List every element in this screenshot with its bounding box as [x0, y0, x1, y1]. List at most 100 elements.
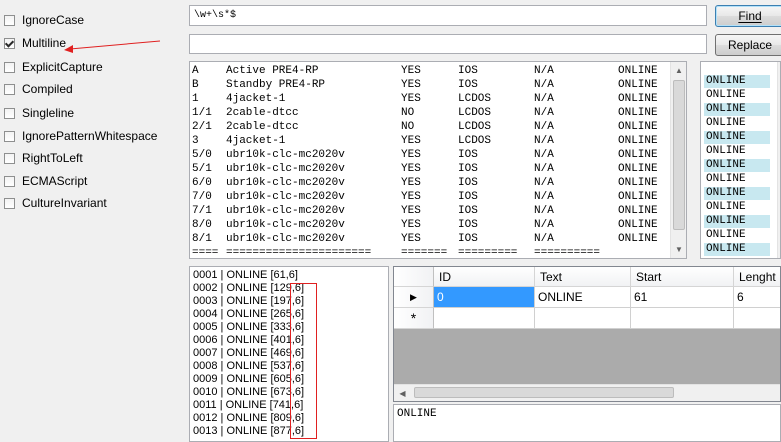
match-list-item[interactable]: 0005 | ONLINE [333,6] [193, 321, 304, 334]
checkbox[interactable] [4, 107, 15, 119]
scroll-left-icon[interactable]: ◀ [394, 385, 411, 401]
match-list-item[interactable]: 0003 | ONLINE [197,6] [193, 295, 304, 308]
option-ignorecase[interactable]: IgnoreCase [4, 11, 84, 29]
replace-button[interactable]: Replace [715, 34, 781, 56]
scroll-thumb[interactable] [414, 387, 674, 398]
option-righttoleft[interactable]: RightToLeft [4, 149, 83, 167]
match-list[interactable]: 0001 | ONLINE [61,6] 0002 | ONLINE [129,6… [189, 266, 389, 442]
match-list-item[interactable]: 0001 | ONLINE [61,6] [193, 269, 298, 282]
match-list-item[interactable]: 0013 | ONLINE [877,6] [193, 425, 304, 438]
match-list-item[interactable]: 0010 | ONLINE [673,6] [193, 386, 304, 399]
grid-column-header[interactable]: ID [434, 267, 535, 287]
grid-horizontal-scrollbar[interactable]: ◀ [394, 384, 780, 401]
input-text-cell: ONLINE [618, 177, 658, 189]
option-explicitcapture[interactable]: ExplicitCapture [4, 58, 103, 76]
input-text-line: 8/1 ubr10k-clc-mc2020v YES IOS N/A ONLINE [190, 232, 668, 246]
groups-grid[interactable]: ◀ ID Text Start Lenght ▶ 0 ONLINE 61 6 * [393, 266, 781, 402]
grid-new-row-cell[interactable] [535, 308, 631, 329]
scroll-up-icon[interactable]: ▲ [671, 62, 686, 79]
input-text-cell: ubr10k-clc-mc2020v [226, 191, 345, 203]
grid-cell[interactable]: 6 [734, 287, 780, 308]
match-list-item[interactable]: 0008 | ONLINE [537,6] [193, 360, 304, 373]
grid-corner-header[interactable] [394, 267, 434, 287]
option-ecmascript[interactable]: ECMAScript [4, 172, 87, 190]
grid-cell[interactable]: 0 [434, 287, 535, 308]
input-text-cell: ======= [401, 247, 448, 259]
grid-column-header[interactable]: Start [631, 267, 734, 287]
match-list-item[interactable]: 0007 | ONLINE [469,6] [193, 347, 304, 360]
grid-new-row-cell[interactable] [631, 308, 734, 329]
input-text-scrollbar[interactable]: ▲ ▼ [670, 62, 686, 258]
checkbox[interactable] [4, 14, 15, 26]
highlighted-match: ONLINE [704, 103, 770, 116]
input-text-cell: LCDOS [458, 107, 492, 119]
input-text-cell: A [192, 65, 199, 77]
checkbox[interactable] [4, 197, 15, 209]
checkbox[interactable] [4, 61, 15, 73]
match-list-item[interactable]: 0004 | ONLINE [265,6] [193, 308, 304, 321]
match-list-item[interactable]: 0009 | ONLINE [605,6] [193, 373, 304, 386]
annotation-arrow [64, 40, 161, 53]
grid-cell[interactable]: 61 [631, 287, 734, 308]
input-text-cell: 6/0 [192, 177, 212, 189]
highlighted-match: ONLINE [706, 89, 746, 101]
input-text-line: 5/1 ubr10k-clc-mc2020v YES IOS N/A ONLINE [190, 162, 668, 176]
input-text-cell: 4jacket-1 [226, 93, 286, 105]
find-button[interactable]: Find [715, 5, 781, 27]
grid-cell[interactable]: ONLINE [535, 287, 631, 308]
option-label: IgnorePatternWhitespace [22, 129, 158, 143]
input-text-cell: IOS [458, 163, 478, 175]
input-text-cell: ONLINE [618, 65, 658, 77]
input-text-line: 8/0 ubr10k-clc-mc2020v YES IOS N/A ONLINE [190, 218, 668, 232]
match-highlight-scrollbar[interactable]: ▲ [777, 62, 780, 258]
scroll-thumb[interactable] [673, 80, 685, 230]
input-text-cell: ONLINE [618, 205, 658, 217]
checkbox[interactable] [4, 175, 15, 187]
input-text-line: 5/0 ubr10k-clc-mc2020v YES IOS N/A ONLINE [190, 148, 668, 162]
input-text-cell: N/A [534, 121, 554, 133]
option-singleline[interactable]: Singleline [4, 104, 74, 122]
checkbox[interactable] [4, 152, 15, 164]
option-ignorepatternwhitespace[interactable]: IgnorePatternWhitespace [4, 127, 157, 145]
grid-row-header-new[interactable]: * [394, 308, 434, 329]
input-text-cell: IOS [458, 191, 478, 203]
input-text-line: 6/0 ubr10k-clc-mc2020v YES IOS N/A ONLINE [190, 176, 668, 190]
grid-new-row-cell[interactable] [734, 308, 780, 329]
match-list-item[interactable]: 0002 | ONLINE [129,6] [193, 282, 304, 295]
scroll-down-icon[interactable]: ▼ [671, 241, 686, 258]
match-list-item[interactable]: 0006 | ONLINE [401,6] [193, 334, 304, 347]
option-cultureinvariant[interactable]: CultureInvariant [4, 194, 107, 212]
input-text-line: B Standby PRE4-RP YES IOS N/A ONLINE [190, 78, 668, 92]
grid-new-row-cell[interactable] [434, 308, 535, 329]
input-text-cell: ONLINE [618, 149, 658, 161]
input-text-cell: ONLINE [618, 93, 658, 105]
input-text-cell: ONLINE [618, 233, 658, 245]
replacement-input[interactable] [189, 34, 707, 54]
input-text-cell: YES [401, 205, 421, 217]
option-label: RightToLeft [22, 151, 83, 165]
option-multiline[interactable]: Multiline [4, 34, 66, 52]
input-text-cell: ubr10k-clc-mc2020v [226, 163, 345, 175]
input-text-cell: N/A [534, 177, 554, 189]
highlighted-match: ONLINE [704, 159, 770, 172]
selected-match-text[interactable]: ONLINE [393, 404, 781, 442]
input-text-cell: N/A [534, 135, 554, 147]
grid-column-header[interactable]: Text [535, 267, 631, 287]
checkbox[interactable] [4, 83, 15, 95]
grid-column-header[interactable]: Lenght [734, 267, 780, 287]
input-text-cell: ONLINE [618, 121, 658, 133]
match-list-item[interactable]: 0012 | ONLINE [809,6] [193, 412, 304, 425]
input-text-cell: YES [401, 135, 421, 147]
checkbox[interactable] [4, 37, 15, 49]
pattern-input[interactable]: \w+\s*$ [189, 5, 707, 26]
match-highlight-area[interactable]: ▲ ONLINEONLINEONLINEONLINEONLINEONLINEON… [700, 61, 781, 259]
option-compiled[interactable]: Compiled [4, 80, 73, 98]
input-text-cell: YES [401, 233, 421, 245]
input-text-line: 2/1 2cable-dtcc NO LCDOS N/A ONLINE [190, 120, 668, 134]
match-list-item[interactable]: 0011 | ONLINE [741,6] [193, 399, 303, 412]
checkbox[interactable] [4, 130, 15, 142]
grid-row-header-current[interactable]: ▶ [394, 287, 434, 308]
highlighted-match: ONLINE [706, 173, 746, 185]
input-text-cell: N/A [534, 79, 554, 91]
input-text-area[interactable]: ▲ ▼ A Active PRE4-RP YES IOS N/A ONLINE B Stand… [189, 61, 687, 259]
